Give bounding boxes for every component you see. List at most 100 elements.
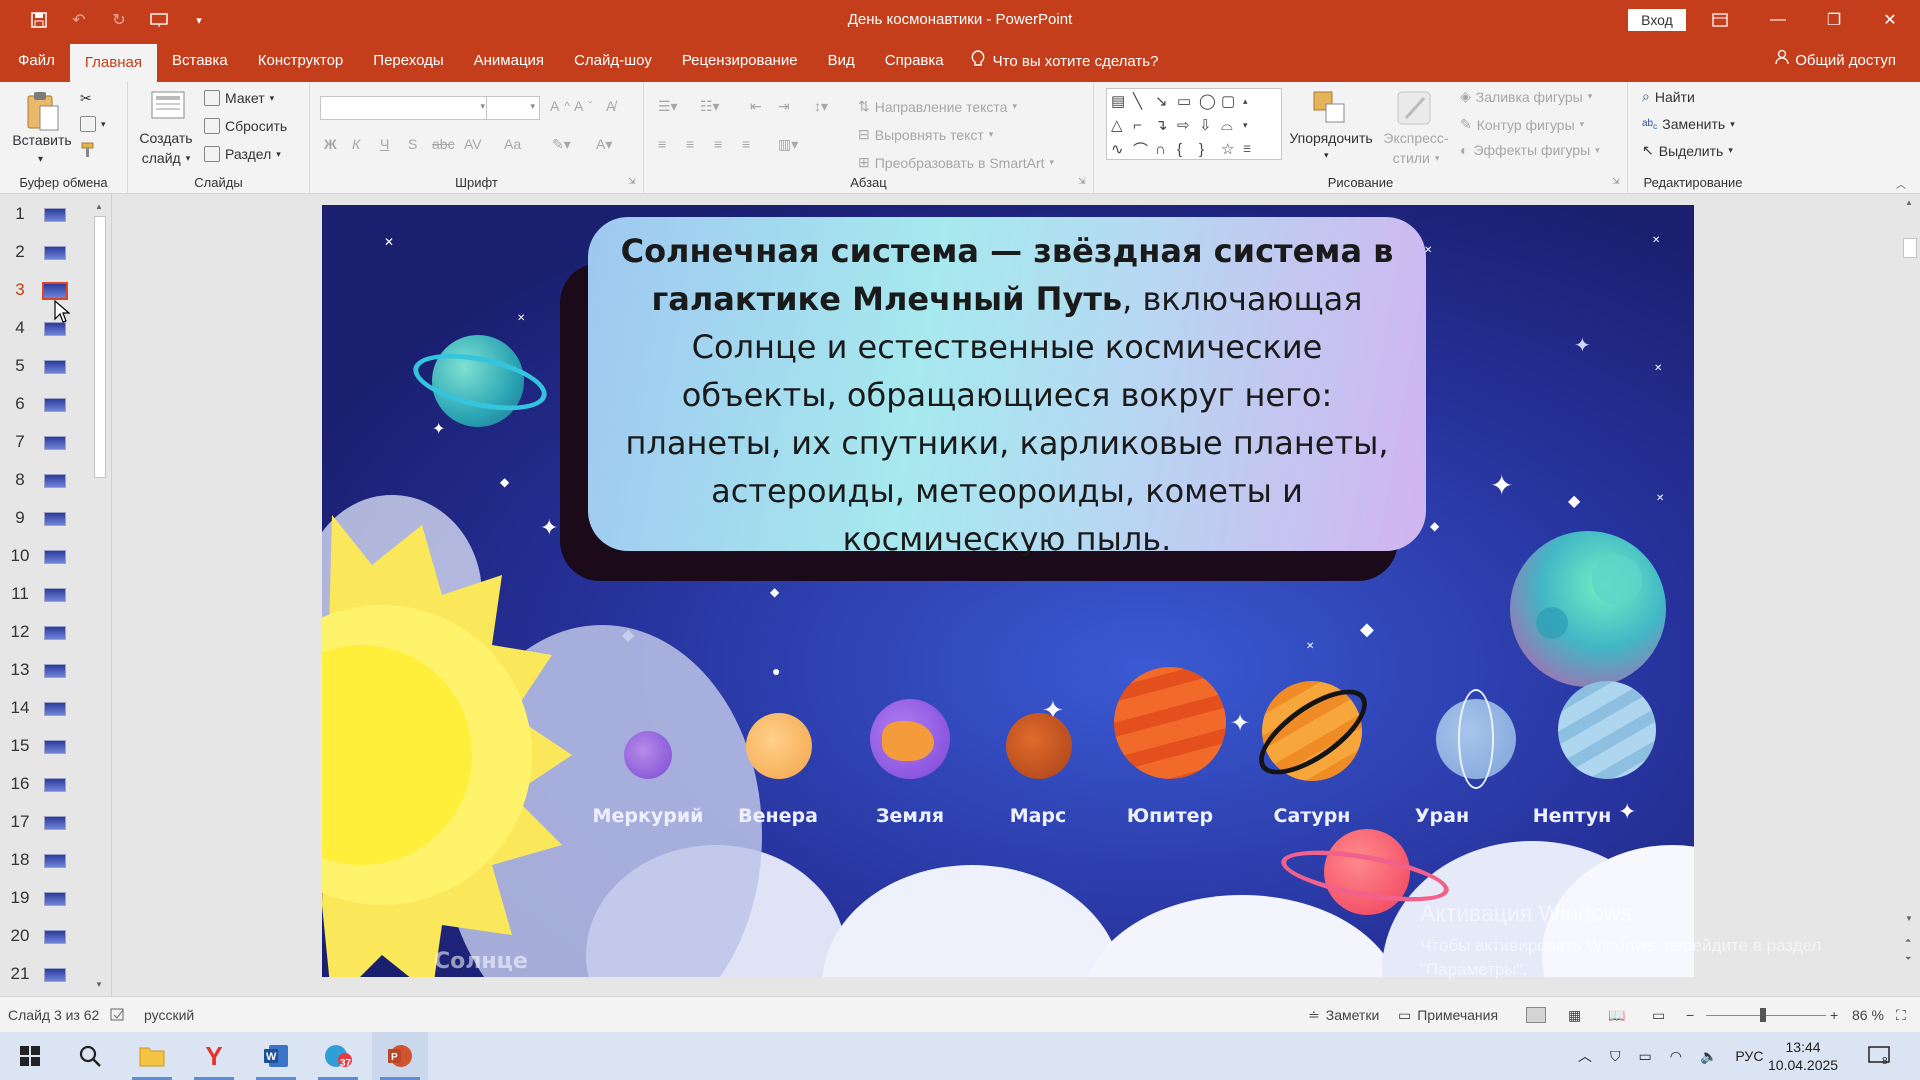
- paragraph-dialog-launcher-icon[interactable]: ⇲: [1078, 176, 1086, 187]
- font-color-icon[interactable]: A▾: [596, 136, 612, 153]
- slide-thumbnail-image[interactable]: [44, 930, 66, 944]
- freeform-shape-icon[interactable]: ⌓: [1221, 117, 1243, 134]
- slide-scroll-thumb[interactable]: [1903, 238, 1917, 258]
- slide-thumbnail[interactable]: 21: [0, 960, 95, 990]
- zoom-slider[interactable]: [1706, 997, 1826, 1033]
- shrink-font-icon[interactable]: Aˇ: [574, 98, 592, 114]
- line-shape-icon[interactable]: ╲: [1133, 92, 1155, 110]
- font-size-combo[interactable]: ▾: [486, 96, 540, 120]
- slide-thumbnail[interactable]: 13: [0, 656, 95, 686]
- slide-scrollbar[interactable]: ▲ ▼ ⏶ ⏷: [1900, 194, 1920, 996]
- slide-thumbnail[interactable]: 4: [0, 314, 95, 344]
- convert-smartart-button[interactable]: ⊞ Преобразовать в SmartArt ▾: [858, 154, 1054, 171]
- file-explorer-icon[interactable]: [124, 1032, 180, 1080]
- slide-thumbnail[interactable]: 2: [0, 238, 95, 268]
- drawing-dialog-launcher-icon[interactable]: ⇲: [1612, 176, 1620, 187]
- slide-thumbnail[interactable]: 15: [0, 732, 95, 762]
- slide-thumbnail-image[interactable]: [44, 968, 66, 982]
- save-icon[interactable]: [22, 6, 56, 34]
- underline-button[interactable]: Ч: [380, 136, 389, 152]
- curve-shape-icon[interactable]: ∩: [1155, 141, 1177, 158]
- zoom-level[interactable]: 86 %: [1852, 997, 1884, 1033]
- replace-button[interactable]: abc Заменить ▾: [1642, 116, 1735, 132]
- rectangle-shape-icon[interactable]: ▭: [1177, 92, 1199, 110]
- slide-thumbnail-image[interactable]: [44, 892, 66, 906]
- slide-thumbnail[interactable]: 6: [0, 390, 95, 420]
- zoom-out-icon[interactable]: −: [1686, 997, 1694, 1033]
- language-indicator[interactable]: русский: [144, 997, 194, 1033]
- paste-icon[interactable]: [24, 90, 60, 131]
- arc-shape-icon[interactable]: ⌒: [1133, 139, 1155, 160]
- right-brace-shape-icon[interactable]: }: [1199, 141, 1221, 158]
- paste-button[interactable]: Вставить: [12, 132, 72, 148]
- slide-thumbnail[interactable]: 9: [0, 504, 95, 534]
- decrease-indent-icon[interactable]: ⇤: [750, 98, 762, 115]
- copy-icon[interactable]: ▾: [80, 116, 106, 132]
- font-dialog-launcher-icon[interactable]: ⇲: [628, 176, 636, 187]
- line-spacing-icon[interactable]: ↕▾: [814, 98, 828, 115]
- textbox-shape-icon[interactable]: ▤: [1111, 92, 1133, 110]
- wifi-icon[interactable]: ◠: [1670, 1048, 1682, 1065]
- login-button[interactable]: Вход: [1628, 9, 1686, 31]
- slide-thumbnail[interactable]: 18: [0, 846, 95, 876]
- highlight-icon[interactable]: ✎▾: [552, 136, 571, 153]
- slide-thumbnail-image[interactable]: [44, 740, 66, 754]
- section-button[interactable]: Раздел ▾: [204, 146, 281, 162]
- gallery-more-icon[interactable]: ☰: [1243, 144, 1265, 155]
- tab-transitions[interactable]: Переходы: [358, 40, 458, 82]
- star-shape-icon[interactable]: ☆: [1221, 140, 1243, 158]
- tab-slideshow[interactable]: Слайд-шоу: [559, 40, 667, 82]
- gallery-down-icon[interactable]: ▾: [1243, 120, 1265, 131]
- change-case-button[interactable]: Aa: [504, 136, 521, 152]
- slide-thumbnail[interactable]: 1: [0, 200, 95, 230]
- slide-thumbnail-image[interactable]: [44, 854, 66, 868]
- left-brace-shape-icon[interactable]: {: [1177, 141, 1199, 158]
- input-language[interactable]: РУС: [1735, 1048, 1763, 1064]
- columns-icon[interactable]: ▥▾: [778, 136, 798, 153]
- slide-thumbnail-image[interactable]: [44, 816, 66, 830]
- grow-font-icon[interactable]: A ^: [550, 98, 570, 114]
- show-hidden-icons-icon[interactable]: ︿: [1578, 1046, 1592, 1066]
- arrange-icon[interactable]: [1310, 88, 1346, 128]
- yandex-browser-icon[interactable]: Y: [186, 1032, 242, 1080]
- align-right-icon[interactable]: ≡: [714, 136, 722, 152]
- slide-thumbnail[interactable]: 12: [0, 618, 95, 648]
- tab-insert[interactable]: Вставка: [157, 40, 243, 82]
- elbow-arrow-icon[interactable]: ↴: [1155, 116, 1177, 134]
- shapes-gallery[interactable]: ▤ ╲ ↘ ▭ ◯ ▢ ▴ △ ⌐ ↴ ⇨ ⇩ ⌓ ▾ ∿ ⌒ ∩ { } ☆ …: [1106, 88, 1282, 160]
- down-arrow-shape-icon[interactable]: ⇩: [1199, 116, 1221, 134]
- reading-view-icon[interactable]: 📖: [1608, 997, 1625, 1033]
- quick-styles-line1[interactable]: Экспресс-: [1378, 130, 1454, 146]
- quick-styles-icon[interactable]: [1394, 88, 1431, 128]
- customize-qat-icon[interactable]: ▾: [182, 6, 216, 34]
- right-arrow-shape-icon[interactable]: ⇨: [1177, 116, 1199, 134]
- slide-thumbnail[interactable]: 14: [0, 694, 95, 724]
- slide-thumbnail-image[interactable]: [44, 550, 66, 564]
- strikethrough-button[interactable]: abc: [432, 136, 455, 152]
- normal-view-icon[interactable]: [1526, 997, 1546, 1033]
- justify-icon[interactable]: ≡: [742, 136, 750, 152]
- slide-thumbnail[interactable]: 7: [0, 428, 95, 458]
- font-name-combo[interactable]: ▾: [320, 96, 490, 120]
- slide-text-box[interactable]: Солнечная система — звёздная система в г…: [588, 217, 1426, 558]
- notes-button[interactable]: ≐ Заметки: [1308, 997, 1379, 1033]
- character-spacing-button[interactable]: AV: [464, 136, 482, 152]
- scroll-up-icon[interactable]: ▲: [95, 202, 103, 211]
- slide-sorter-icon[interactable]: ▦: [1568, 997, 1581, 1033]
- slide-thumbnail-image[interactable]: [44, 588, 66, 602]
- tab-animations[interactable]: Анимация: [459, 40, 559, 82]
- collapse-ribbon-icon[interactable]: ︿: [1896, 176, 1906, 191]
- align-left-icon[interactable]: ≡: [658, 136, 666, 152]
- arrange-dropdown-icon[interactable]: ▾: [1324, 150, 1329, 161]
- scroll-down-icon[interactable]: ▼: [95, 980, 103, 989]
- slide-thumbnail-image[interactable]: [44, 664, 66, 678]
- shape-outline-button[interactable]: ✎ Контур фигуры ▾: [1460, 116, 1584, 133]
- shape-effects-button[interactable]: ◐ Эффекты фигуры ▾: [1460, 142, 1600, 158]
- fit-to-window-icon[interactable]: ⛶: [1896, 997, 1906, 1033]
- slide-thumbnail[interactable]: 19: [0, 884, 95, 914]
- spellcheck-icon[interactable]: [110, 997, 126, 1033]
- thumbnail-scroll-thumb[interactable]: [94, 216, 106, 478]
- scroll-up-icon[interactable]: ▲: [1905, 198, 1913, 207]
- battery-icon[interactable]: ▭: [1639, 1048, 1652, 1065]
- share-button[interactable]: Общий доступ: [1775, 40, 1896, 82]
